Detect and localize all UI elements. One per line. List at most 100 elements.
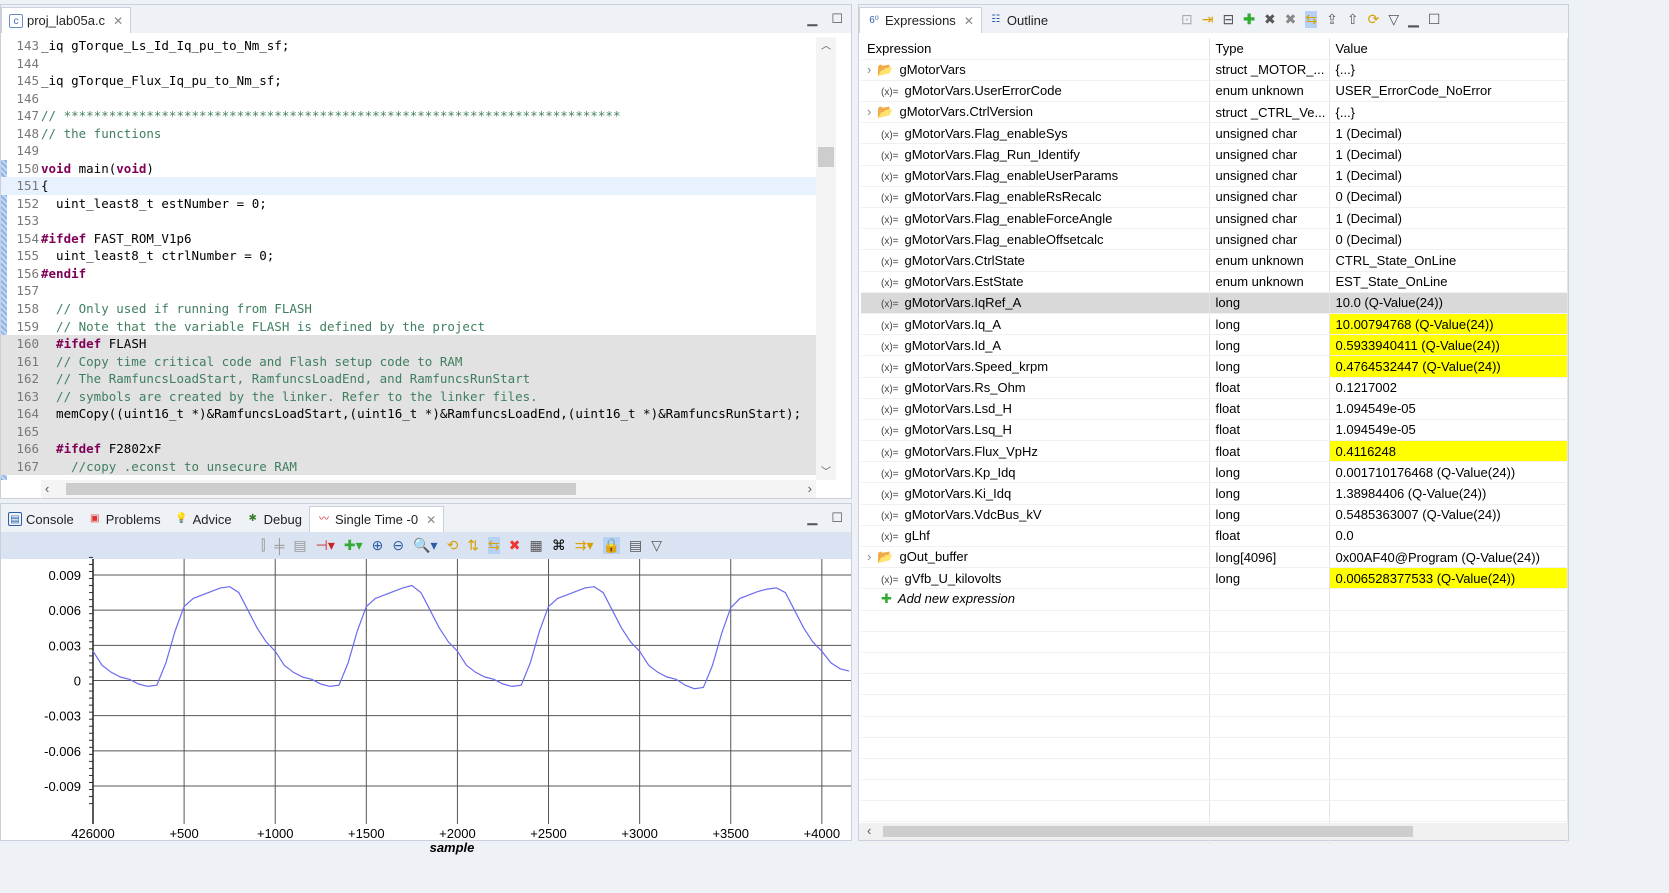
expression-name[interactable]: (x)= gMotorVars.Flag_enableUserParams — [861, 165, 1210, 187]
expression-row[interactable]: (x)= gMotorVars.VdcBus_kV long 0.54853630… — [861, 504, 1568, 526]
remove-icon[interactable]: ✖ — [1264, 11, 1276, 28]
expression-value[interactable]: 0.006528377533 (Q-Value(24)) — [1329, 567, 1568, 590]
view-menu-icon[interactable]: ▽ — [1388, 11, 1399, 28]
tab-debug[interactable]: ✱ Debug — [239, 506, 309, 532]
add-measurement-icon[interactable]: ✚▾ — [344, 537, 363, 554]
expression-row[interactable]: (x)= gMotorVars.Speed_krpm long 0.4764532… — [861, 355, 1568, 378]
expression-value[interactable]: 0 (Decimal) — [1329, 186, 1568, 209]
expression-value[interactable]: 1 (Decimal) — [1329, 122, 1568, 145]
close-icon[interactable]: ✕ — [426, 513, 436, 527]
expression-value[interactable]: 0.4764532447 (Q-Value(24)) — [1329, 355, 1568, 378]
expression-value[interactable]: CTRL_State_OnLine — [1329, 249, 1568, 272]
expression-name[interactable]: (x)= gMotorVars.EstState — [861, 271, 1210, 293]
expression-value[interactable]: USER_ErrorCode_NoError — [1329, 80, 1568, 103]
expression-value[interactable]: EST_State_OnLine — [1329, 271, 1568, 293]
maximize-icon[interactable]: ☐ — [831, 510, 843, 526]
expression-value[interactable]: 0.5933940411 (Q-Value(24)) — [1329, 334, 1568, 357]
code-line[interactable]: 167 //copy .econst to unsecure RAM — [1, 457, 816, 476]
expression-row[interactable]: › 📂 gMotorVars struct _MOTOR_... {...} — [861, 59, 1568, 81]
code-line[interactable]: 148// the functions — [1, 125, 816, 143]
show-type-icon[interactable]: ⊡ — [1181, 11, 1193, 28]
expression-value[interactable]: 1.094549e-05 — [1329, 419, 1568, 442]
zoom-fit-icon[interactable]: 🔍▾ — [413, 537, 437, 554]
vertical-scrollbar[interactable]: ︿ ﹀ — [816, 37, 836, 480]
expression-row[interactable]: (x)= gMotorVars.Kp_Idq long 0.00171017646… — [861, 461, 1568, 484]
expression-row[interactable]: (x)= gMotorVars.Lsq_H float 1.094549e-05 — [861, 419, 1568, 442]
code-line[interactable]: 147// **********************************… — [1, 107, 816, 125]
close-icon[interactable]: ✕ — [964, 14, 974, 28]
code-line[interactable]: 162 // The RamfuncsLoadStart, RamfuncsLo… — [1, 370, 816, 388]
expression-name[interactable]: (x)= gMotorVars.Id_A — [861, 334, 1210, 357]
code-line[interactable]: 161 // Copy time critical code and Flash… — [1, 352, 816, 371]
scroll-thumb[interactable] — [883, 826, 1413, 837]
expression-row[interactable]: (x)= gMotorVars.Flux_VpHz float 0.4116248 — [861, 440, 1568, 463]
expression-row[interactable]: (x)= gMotorVars.IqRef_A long 10.0 (Q-Valu… — [861, 292, 1568, 314]
expression-row[interactable]: (x)= gMotorVars.Rs_Ohm float 0.1217002 — [861, 377, 1568, 399]
expression-name[interactable]: (x)= gMotorVars.UserErrorCode — [861, 80, 1210, 103]
expression-name[interactable]: (x)= gMotorVars.CtrlState — [861, 249, 1210, 272]
binoculars-icon[interactable]: ⌘ — [552, 537, 566, 554]
expression-name[interactable]: (x)= gMotorVars.Flag_enableSys — [861, 122, 1210, 145]
expression-row[interactable]: (x)= gMotorVars.Flag_Run_Identify unsigne… — [861, 143, 1568, 166]
tab-single-time[interactable]: 〰 Single Time -0 ✕ — [308, 506, 445, 532]
code-line[interactable]: 159 // Note that the variable FLASH is d… — [1, 318, 816, 336]
tab-proj-lab05a[interactable]: c proj_lab05a.c ✕ — [1, 7, 132, 33]
expression-name[interactable]: (x)= gMotorVars.Flag_Run_Identify — [861, 143, 1210, 166]
add-expression-row[interactable]: ✚ Add new expression — [861, 588, 1568, 611]
code-line[interactable]: 153 — [1, 212, 816, 230]
expression-row[interactable]: (x)= gMotorVars.Flag_enableForceAngle uns… — [861, 207, 1568, 230]
minimize-icon[interactable]: ▁ — [1408, 11, 1419, 28]
refresh-icon[interactable]: ⟲ — [447, 537, 459, 554]
expression-value[interactable]: 0.1217002 — [1329, 377, 1568, 399]
tab-problems[interactable]: ▣ Problems — [81, 506, 168, 532]
expression-value[interactable]: 0.0 — [1329, 525, 1568, 548]
expression-name[interactable]: › 📂 gOut_buffer — [861, 546, 1210, 569]
tab-advice[interactable]: 💡 Advice — [168, 506, 239, 532]
expression-row[interactable]: (x)= gMotorVars.Flag_enableUserParams uns… — [861, 165, 1568, 187]
code-line[interactable]: 144 — [1, 55, 816, 73]
expression-row[interactable]: (x)= gMotorVars.UserErrorCode enum unknow… — [861, 80, 1568, 103]
remove-all-icon[interactable]: ✖ — [1285, 11, 1297, 28]
expression-row[interactable]: › 📂 gOut_buffer long[4096] 0x00AF40@Progra… — [861, 546, 1568, 569]
expression-name[interactable]: (x)= gMotorVars.Flag_enableOffsetcalc — [861, 228, 1210, 251]
code-line[interactable]: 166 #ifdef F2802xF — [1, 440, 816, 458]
expression-row[interactable]: (x)= gLhf float 0.0 — [861, 525, 1568, 548]
expression-name[interactable]: (x)= gMotorVars.Lsd_H — [861, 398, 1210, 420]
code-line[interactable]: 149 — [1, 142, 816, 160]
expression-row[interactable]: (x)= gMotorVars.Id_A long 0.5933940411 (Q… — [861, 334, 1568, 357]
import-icon[interactable]: ⇉▾ — [575, 537, 594, 554]
code-editor[interactable]: 143 _iq gTorque_Ls_Id_Iq_pu_to_Nm_sf; 144 1… — [1, 37, 816, 480]
expression-row[interactable]: › 📂 gMotorVars.CtrlVersion struct _CTRL_Ve… — [861, 101, 1568, 124]
column-expression[interactable]: Expression — [861, 38, 1210, 60]
refresh-icon[interactable]: ⟳ — [1368, 11, 1380, 28]
continuous-refresh-icon[interactable]: ⇆ — [488, 537, 500, 554]
cursor-icon[interactable]: ⊣▾ — [316, 537, 335, 554]
expression-value[interactable]: 0x00AF40@Program (Q-Value(24)) — [1329, 546, 1568, 569]
expression-value[interactable]: {...} — [1329, 59, 1568, 81]
expression-name[interactable]: (x)= gVfb_U_kilovolts — [861, 567, 1210, 590]
expression-value[interactable]: 1.094549e-05 — [1329, 398, 1568, 420]
scroll-thumb[interactable] — [66, 483, 576, 495]
code-line[interactable]: 154 #ifdef FAST_ROM_V1p6 — [1, 230, 816, 248]
code-line[interactable]: 143 _iq gTorque_Ls_Id_Iq_pu_to_Nm_sf; — [1, 37, 816, 55]
expression-name[interactable]: › 📂 gMotorVars — [861, 59, 1210, 81]
code-line[interactable]: 164 memCopy((uint16_t *)&RamfuncsLoadSta… — [1, 405, 816, 423]
expression-row[interactable]: (x)= gMotorVars.Flag_enableSys unsigned c… — [861, 122, 1568, 145]
continuous-refresh-icon[interactable]: ⇆ — [1305, 11, 1318, 28]
expression-name[interactable]: (x)= gMotorVars.Rs_Ohm — [861, 377, 1210, 399]
expression-name[interactable]: (x)= gMotorVars.Lsq_H — [861, 419, 1210, 442]
measure-icon[interactable]: ▤ — [293, 537, 306, 554]
expand-chevron-icon[interactable]: › — [867, 62, 871, 77]
tab-expressions[interactable]: 6⁰ Expressions ✕ — [859, 7, 982, 33]
expression-name[interactable]: (x)= gMotorVars.Flag_enableForceAngle — [861, 207, 1210, 230]
expression-row[interactable]: (x)= gMotorVars.Ki_Idq long 1.38984406 (Q… — [861, 482, 1568, 505]
expression-row[interactable]: (x)= gMotorVars.Flag_enableOffsetcalc uns… — [861, 228, 1568, 251]
expression-row[interactable]: (x)= gMotorVars.CtrlState enum unknown CT… — [861, 249, 1568, 272]
minimize-icon[interactable]: ▁ — [807, 11, 817, 27]
zoom-in-icon[interactable]: ⊕ — [372, 537, 384, 554]
scroll-thumb[interactable] — [818, 147, 834, 167]
code-line[interactable]: 160 #ifdef FLASH — [1, 335, 816, 353]
lock-icon[interactable]: 🔒 — [602, 537, 620, 554]
code-line[interactable]: 150 void main(void) — [1, 160, 816, 178]
expression-value[interactable]: 10.0 (Q-Value(24)) — [1329, 292, 1568, 314]
